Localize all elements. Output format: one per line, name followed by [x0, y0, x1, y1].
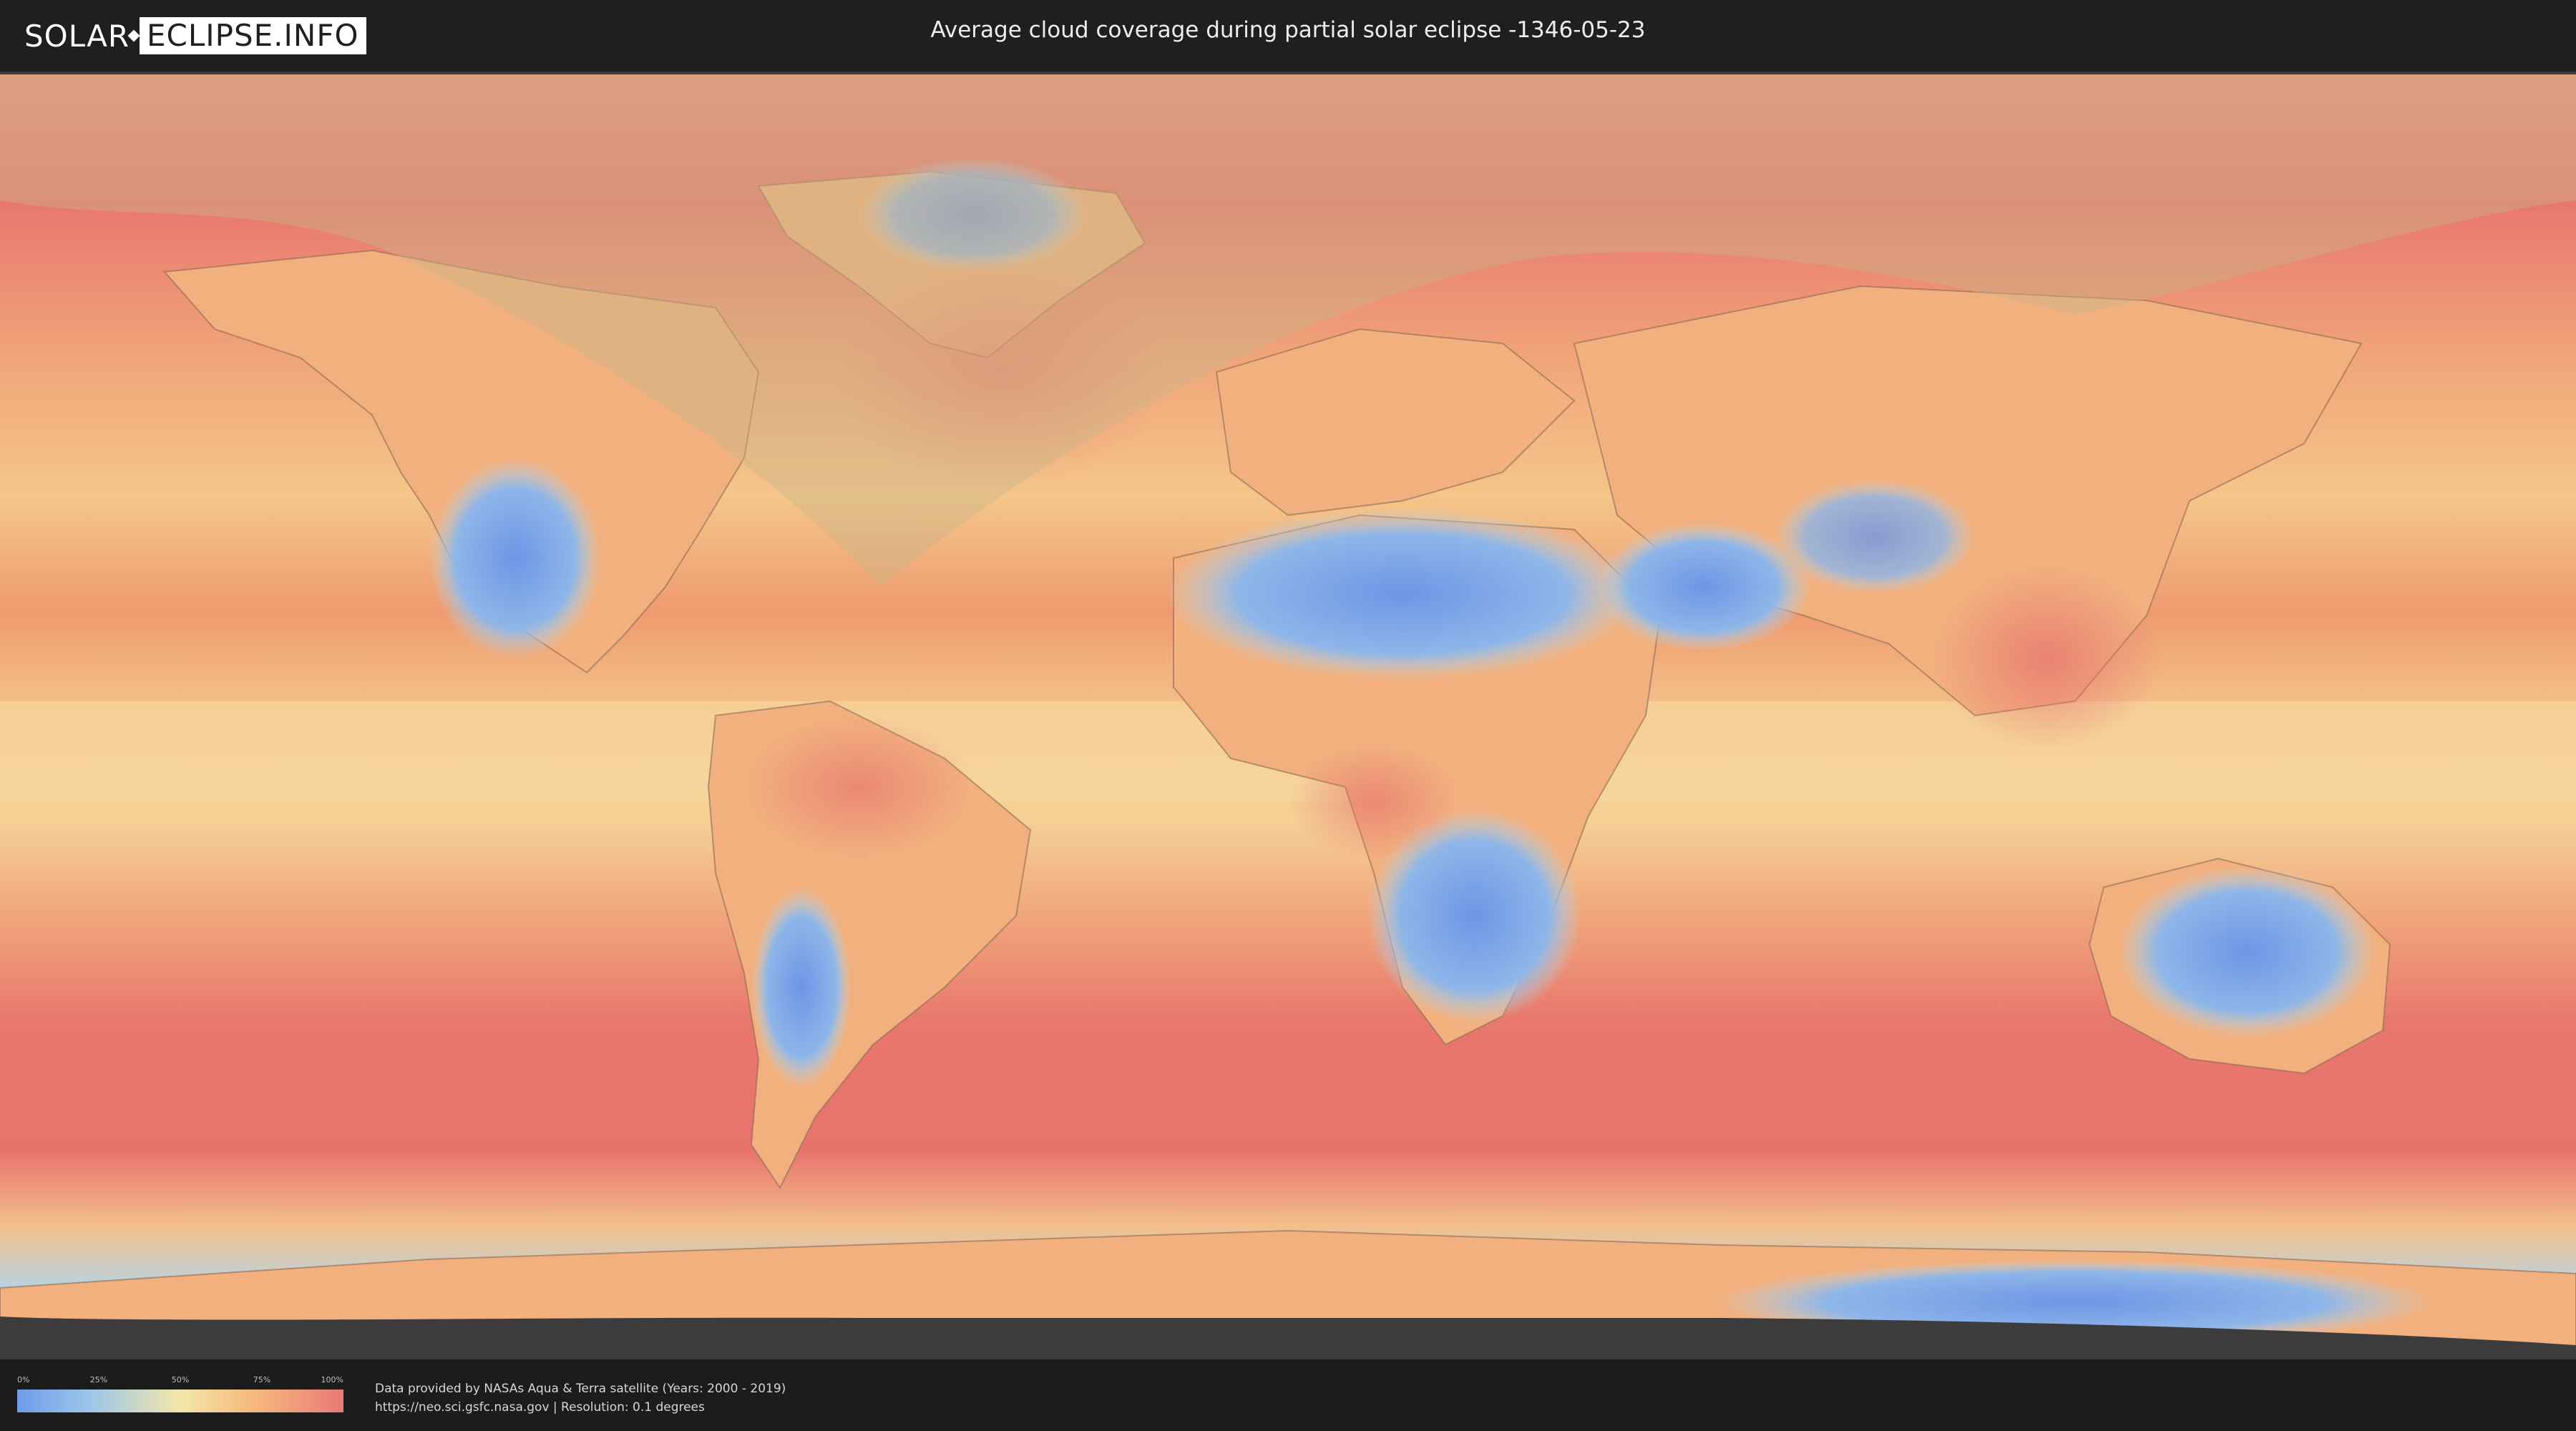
clear-area-andes [751, 887, 852, 1088]
legend-tick-0: 0% [17, 1375, 30, 1384]
data-credits: Data provided by NASAs Aqua & Terra sate… [375, 1379, 786, 1417]
world-map-svg [0, 72, 2576, 1359]
header-bar: SOLAR ECLIPSE.INFO Average cloud coverag… [0, 0, 2576, 72]
legend-tick-50: 50% [171, 1375, 190, 1384]
clear-area-central-asia [1775, 479, 1975, 594]
legend-ticks: 0% 25% 50% 75% 100% [17, 1375, 343, 1387]
legend-tick-75: 75% [253, 1375, 271, 1384]
cloud-coverage-map[interactable] [0, 72, 2576, 1359]
legend-tick-25: 25% [89, 1375, 108, 1384]
cloudy-area-congo [1288, 744, 1460, 859]
legend-tick-100: 100% [321, 1375, 343, 1384]
cloudy-area-amazon [744, 716, 973, 859]
clear-area-australia [2118, 866, 2376, 1037]
clear-area-sahara [1166, 508, 1639, 680]
clear-area-mexico [429, 458, 601, 658]
cloudy-area-southeast-asia [1932, 565, 2161, 751]
cloud-coverage-legend: 0% 25% 50% 75% 100% [17, 1375, 343, 1412]
credits-line-url: https://neo.sci.gsfc.nasa.gov | Resoluti… [375, 1400, 705, 1415]
footer-bar: 0% 25% 50% 75% 100% Data provided by NAS… [0, 1359, 2576, 1431]
map-top-edge [0, 72, 2576, 74]
page-title: Average cloud coverage during partial so… [930, 17, 1646, 43]
legend-color-bar [17, 1390, 343, 1412]
credits-line-source: Data provided by NASAs Aqua & Terra sate… [375, 1382, 786, 1396]
